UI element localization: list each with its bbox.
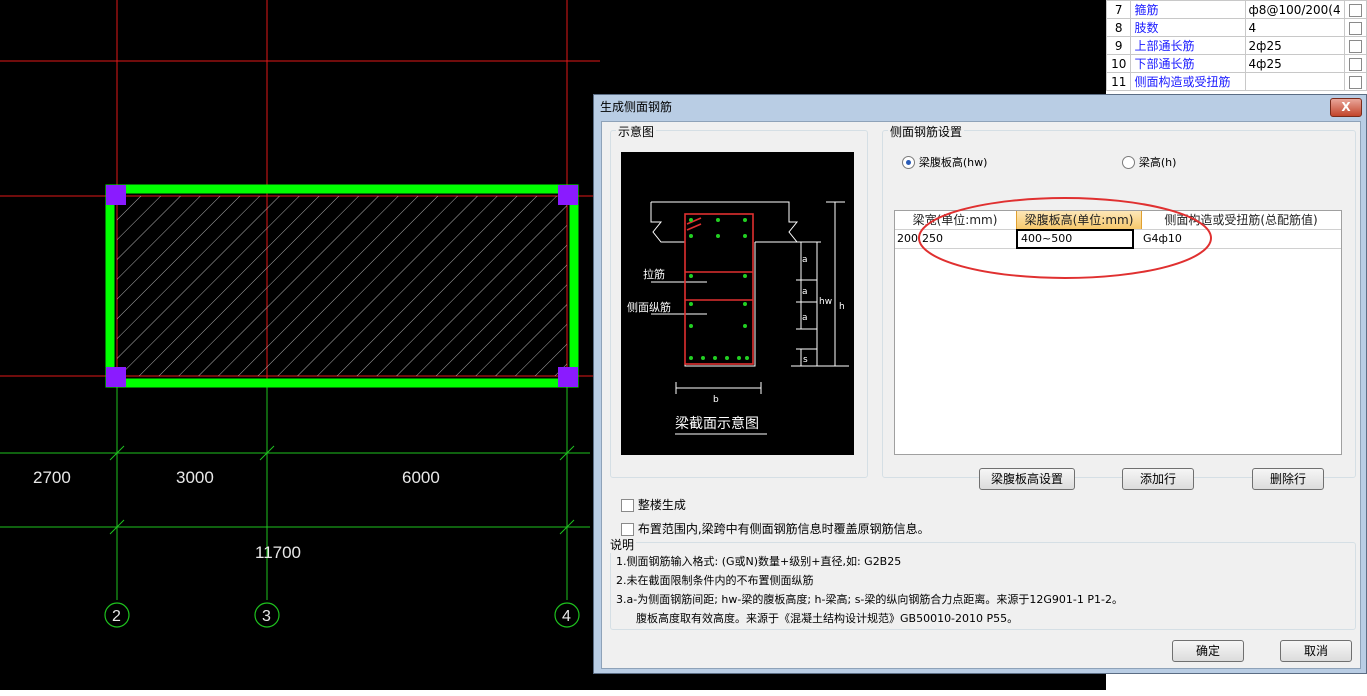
- property-name[interactable]: 侧面构造或受扭筋: [1130, 72, 1246, 91]
- note-line: 2.未在截面限制条件内的不布置侧面纵筋: [616, 574, 814, 587]
- dialog-body: 示意图 拉筋 侧面纵筋 a a a hw h s b 梁截面示意图 侧面钢筋设置…: [601, 121, 1361, 669]
- whole-floor-checkbox[interactable]: 整楼生成: [621, 496, 686, 513]
- rebar-grid[interactable]: 梁宽(单位:mm) 梁腹板高(单位:mm) 侧面构造或受扭筋(总配筋值) 200…: [894, 197, 1342, 455]
- radio-beam-height[interactable]: 梁高(h): [1122, 154, 1176, 170]
- override-checkbox[interactable]: 布置范围内,梁跨中有侧面钢筋信息时覆盖原钢筋信息。: [621, 520, 930, 537]
- close-button[interactable]: X: [1330, 98, 1362, 117]
- row-number: 7: [1105, 0, 1132, 19]
- radio-web-height-label: 梁腹板高(hw): [918, 156, 988, 169]
- axis-label: 2: [112, 608, 121, 625]
- dimension-lines: [0, 386, 590, 600]
- diagram-label-b: b: [713, 395, 719, 405]
- property-name[interactable]: 箍筋: [1130, 0, 1246, 19]
- dimension-text: 2700: [33, 468, 71, 487]
- cancel-button[interactable]: 取消: [1280, 640, 1352, 662]
- property-row[interactable]: 9 上部通长筋 2ф25: [1105, 36, 1367, 55]
- property-checkbox[interactable]: [1343, 0, 1367, 19]
- diagram-group-title: 示意图: [616, 123, 657, 140]
- diagram-label-h: h: [839, 302, 845, 312]
- property-name[interactable]: 肢数: [1130, 18, 1246, 37]
- radio-dot[interactable]: [1122, 156, 1135, 169]
- row-number: 10: [1105, 54, 1132, 73]
- property-value[interactable]: 2ф25: [1244, 36, 1345, 55]
- beam-hatch[interactable]: [117, 196, 567, 376]
- whole-floor-label: 整楼生成: [637, 498, 686, 512]
- property-row[interactable]: 10 下部通长筋 4ф25: [1105, 54, 1367, 73]
- property-value[interactable]: 4ф25: [1244, 54, 1345, 73]
- total-dimension-text: 11700: [255, 543, 301, 562]
- delete-row-button[interactable]: 删除行: [1252, 468, 1324, 490]
- radio-web-height[interactable]: 梁腹板高(hw): [902, 154, 987, 170]
- property-name[interactable]: 上部通长筋: [1130, 36, 1246, 55]
- diagram-label-s: s: [803, 355, 808, 365]
- property-row[interactable]: 11 侧面构造或受扭筋: [1105, 72, 1367, 91]
- property-row[interactable]: 7 箍筋 ф8@100/200(4: [1105, 0, 1367, 19]
- dimension-text: 6000: [402, 468, 440, 487]
- axis-bubbles: [104, 602, 580, 628]
- note-line: 1.侧面钢筋输入格式: (G或N)数量+级别+直径,如: G2B25: [616, 555, 902, 568]
- override-label: 布置范围内,梁跨中有侧面钢筋信息时覆盖原钢筋信息。: [637, 522, 930, 536]
- axis-label: 4: [562, 608, 571, 625]
- beam-section-diagram: 拉筋 侧面纵筋 a a a hw h s b 梁截面示意图: [621, 152, 854, 455]
- property-checkbox[interactable]: [1343, 54, 1367, 73]
- property-checkbox[interactable]: [1343, 18, 1367, 37]
- axis-label: 3: [262, 608, 271, 625]
- row-number: 9: [1105, 36, 1132, 55]
- ok-button[interactable]: 确定: [1172, 640, 1244, 662]
- diagram-caption: 梁截面示意图: [675, 415, 759, 432]
- side-rebar-dialog: 生成侧面钢筋 X 示意图 拉筋 侧面纵筋 a a a hw h s b 梁截面示…: [593, 94, 1367, 674]
- annotation-ellipse: [918, 197, 1212, 279]
- property-checkbox[interactable]: [1343, 72, 1367, 91]
- property-value[interactable]: ф8@100/200(4: [1244, 0, 1345, 19]
- diagram-label-side: 侧面纵筋: [627, 300, 671, 314]
- checkbox-box[interactable]: [621, 523, 634, 536]
- property-row[interactable]: 8 肢数 4: [1105, 18, 1367, 37]
- property-value[interactable]: [1244, 72, 1345, 91]
- note-line: 3.a-为侧面钢筋间距; hw-梁的腹板高度; h-梁高; s-梁的纵向钢筋合力…: [616, 593, 1123, 606]
- diagram-label-a: a: [802, 255, 808, 265]
- radio-beam-height-label: 梁高(h): [1138, 156, 1177, 169]
- note-line: 腹板高度取有效高度。来源于《混凝土结构设计规范》GB50010-2010 P55…: [636, 612, 1019, 625]
- diagram-label-a: a: [802, 287, 808, 297]
- add-row-button[interactable]: 添加行: [1122, 468, 1194, 490]
- property-name[interactable]: 下部通长筋: [1130, 54, 1246, 73]
- diagram-label-hw: hw: [819, 297, 832, 307]
- notes-title: 说明: [608, 536, 637, 553]
- property-checkbox[interactable]: [1343, 36, 1367, 55]
- row-number: 11: [1105, 72, 1132, 91]
- settings-group-title: 侧面钢筋设置: [888, 123, 965, 140]
- row-number: 8: [1105, 18, 1132, 37]
- web-height-setting-button[interactable]: 梁腹板高设置: [979, 468, 1075, 490]
- radio-dot[interactable]: [902, 156, 915, 169]
- property-value[interactable]: 4: [1244, 18, 1345, 37]
- checkbox-box[interactable]: [621, 499, 634, 512]
- dialog-title[interactable]: 生成侧面钢筋: [594, 95, 1366, 119]
- diagram-label-a: a: [802, 313, 808, 323]
- diagram-label-tie: 拉筋: [643, 267, 665, 281]
- dimension-text: 3000: [176, 468, 214, 487]
